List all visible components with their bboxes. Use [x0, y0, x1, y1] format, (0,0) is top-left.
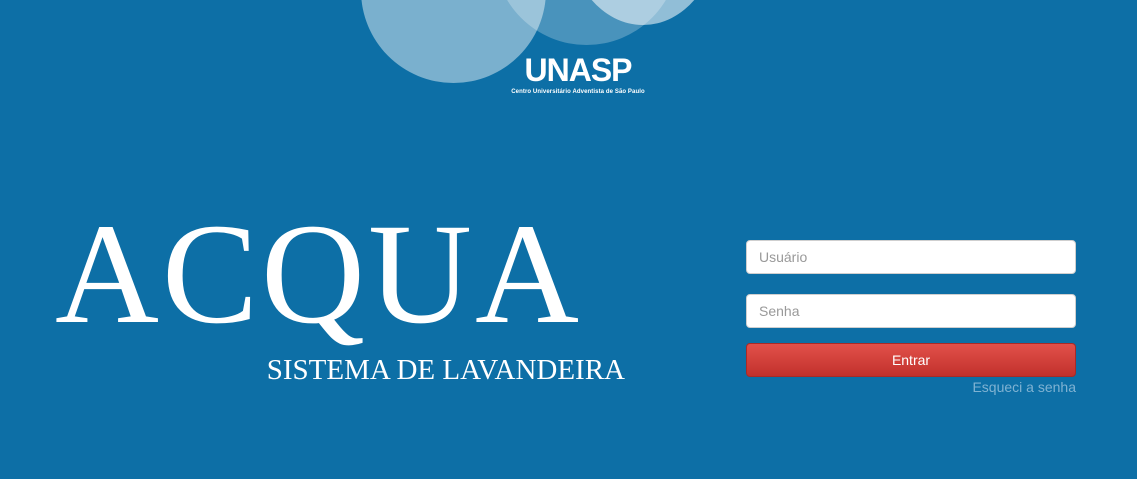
app-subtitle: SISTEMA DE LAVANDEIRA: [266, 354, 625, 386]
forgot-password-link[interactable]: Esqueci a senha: [972, 379, 1076, 395]
password-input[interactable]: [746, 294, 1076, 328]
username-input[interactable]: [746, 240, 1076, 274]
logo-wordmark: UNASP: [524, 52, 632, 88]
logo-subtitle: Centro Universitário Adventista de São P…: [511, 89, 645, 95]
login-button[interactable]: Entrar: [746, 343, 1076, 377]
unasp-logo: UNASP Centro Universitário Adventista de…: [506, 52, 650, 96]
app-title: ACQUA: [55, 195, 583, 354]
